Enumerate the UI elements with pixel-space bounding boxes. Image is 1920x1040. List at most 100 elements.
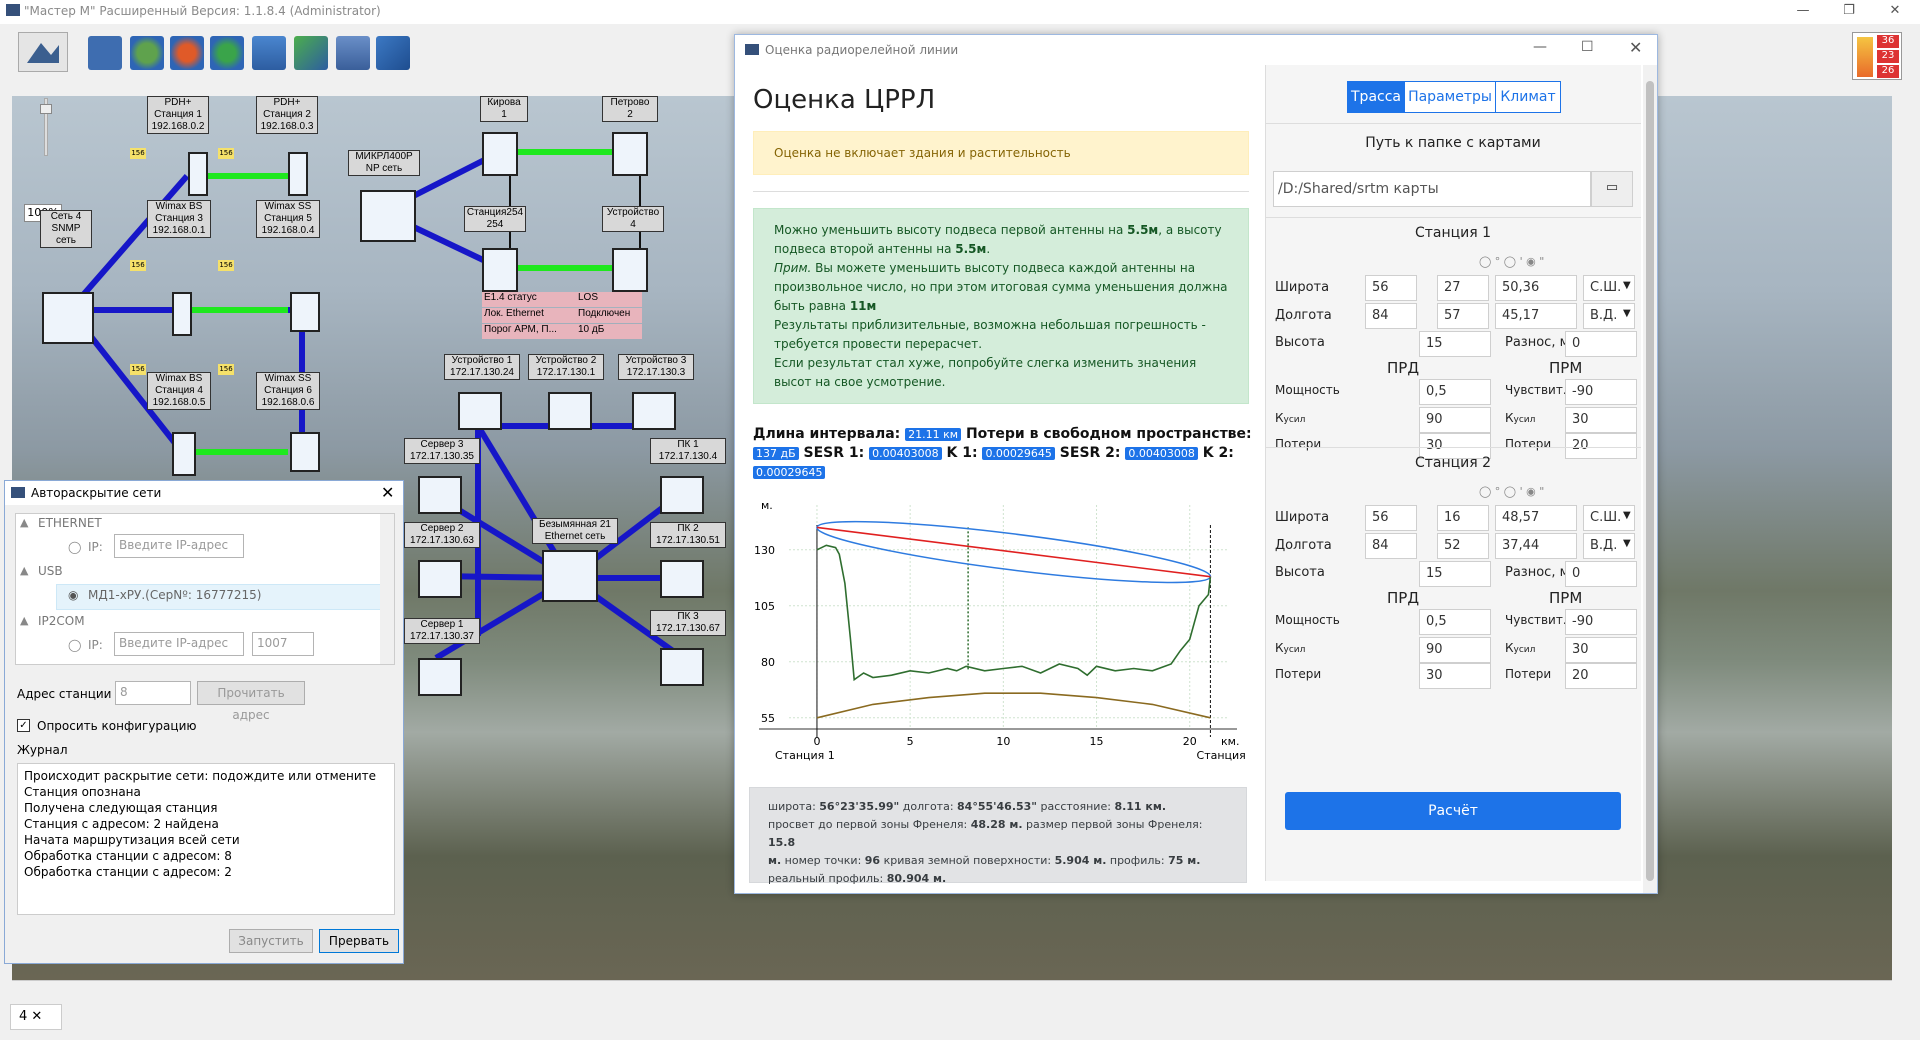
transfer-icon[interactable] [294,36,328,70]
rx-gain-input[interactable]: 30 [1565,637,1637,663]
users-icon[interactable] [252,36,286,70]
globe-refresh-icon[interactable] [210,36,244,70]
sensitivity-input[interactable]: -90 [1565,379,1637,405]
device-icon-st254[interactable] [482,248,518,292]
maps-path-input[interactable]: /D:/Shared/srtm карты [1273,171,1591,207]
vertical-scrollbar[interactable] [1892,96,1908,980]
coordinate-format-radios[interactable]: ◯ ° ◯ ' ◉ " [1479,255,1544,268]
radio-selected-icon[interactable]: ◉ [68,588,78,602]
expand-icon[interactable]: ▲ [20,614,28,627]
tree-scrollbar[interactable] [380,514,394,664]
maximize-icon[interactable]: ☐ [1581,39,1594,55]
spread-input[interactable]: 0 [1565,331,1637,357]
coord-minutes-input[interactable]: 57 [1437,303,1489,329]
device-icon-s2[interactable] [418,560,462,598]
node-label-u1[interactable]: Устройство 1 172.17.130.24 [444,354,520,380]
device-icon-petrovo[interactable] [612,132,648,176]
device-icon-wbs3[interactable] [172,292,192,336]
start-button[interactable]: Запустить [229,929,313,953]
coord-minutes-input[interactable]: 27 [1437,275,1489,301]
node-label-wss6[interactable]: Wimax SS Станция 6 192.168.0.6 [256,372,320,410]
node-label-s2[interactable]: Сервер 2 172.17.130.63 [404,522,480,548]
node-label-s1[interactable]: Сервер 1 172.17.130.37 [404,618,480,644]
power-input[interactable]: 0,5 [1419,609,1491,635]
horizontal-scrollbar[interactable] [12,980,1892,996]
chevron-down-icon[interactable]: ▼ [1623,538,1631,549]
radio-icon[interactable]: ◯ [68,638,81,652]
profile-chart[interactable]: 55801051300 5 10 15 20м.км.Станция 1 Станция … [749,491,1249,781]
chevron-down-icon[interactable]: ▼ [1623,308,1631,319]
node-label-wbs3[interactable]: Wimax BS Станция 3 192.168.0.1 [147,200,211,238]
device-icon-wss6[interactable] [290,432,320,472]
sensitivity-input[interactable]: -90 [1565,609,1637,635]
coordinate-format-radios[interactable]: ◯ ° ◯ ' ◉ " [1479,485,1544,498]
node-label-petrovo[interactable]: Петрово 2 [602,96,658,122]
spread-input[interactable]: 0 [1565,561,1637,587]
crrl-scrollbar[interactable] [1643,65,1657,893]
coord-seconds-input[interactable]: 45,17 [1495,303,1577,329]
device-icon-wbs4[interactable] [172,432,196,476]
device-icon-kirova[interactable] [482,132,518,176]
crrl-scrollbar-thumb[interactable] [1646,81,1654,881]
ip2com-port-input[interactable]: 1007 [252,632,314,656]
device-icon-pdh2[interactable] [288,152,308,196]
close-icon[interactable]: ✕ [1629,38,1642,57]
device-icon-pk3[interactable] [660,648,704,686]
rx-loss-input[interactable]: 20 [1565,663,1637,689]
chevron-down-icon[interactable]: ▼ [1623,510,1631,521]
node-label-snmp[interactable]: Сеть 4 SNMP сеть [40,210,92,248]
coord-degrees-input[interactable]: 84 [1365,303,1417,329]
globe-add-icon[interactable] [130,36,164,70]
device-icon-s1[interactable] [418,658,462,696]
ethernet-ip-input[interactable]: Введите IP-адрес [114,534,244,558]
device-icon-s3[interactable] [418,476,462,514]
tree-group-ethernet[interactable]: ETHERNET [38,516,102,530]
chevron-down-icon[interactable]: ▼ [1623,280,1631,291]
globe-remove-icon[interactable] [170,36,204,70]
close-icon[interactable]: ✕ [1872,0,1918,24]
node-label-pdh1[interactable]: PDH+ Станция 1 192.168.0.2 [147,96,209,134]
node-label-s3[interactable]: Сервер 3 172.17.130.35 [404,438,480,464]
device-icon-pdh1[interactable] [188,152,208,196]
node-label-bez[interactable]: Безымянная 21 Ethernet сеть [532,518,618,544]
height-input[interactable]: 15 [1419,331,1491,357]
calculate-button[interactable]: Расчёт [1285,792,1621,830]
zoom-slider-handle[interactable] [40,104,52,114]
node-label-mikrl[interactable]: МИКРЛ400Р NP сеть [348,150,420,176]
node-label-wss5[interactable]: Wimax SS Станция 5 192.168.0.4 [256,200,320,238]
read-address-button[interactable]: Прочитать адрес [197,681,305,722]
device-icon-wss5[interactable] [290,292,320,332]
device-icon-pk1[interactable] [660,476,704,514]
maximize-icon[interactable]: ❐ [1826,0,1872,24]
tab-climate[interactable]: Климат [1495,81,1561,113]
radio-icon[interactable]: ◯ [68,540,81,554]
device-icon-u3[interactable] [632,392,676,430]
minimize-icon[interactable]: — [1533,39,1547,55]
device-icon-bez[interactable] [542,550,598,602]
folder-icon[interactable]: ▭ [1591,171,1633,207]
coord-seconds-input[interactable]: 37,44 [1495,533,1577,559]
expand-icon[interactable]: ▲ [20,516,28,529]
power-input[interactable]: 0,5 [1419,379,1491,405]
ip2com-ip-input[interactable]: Введите IP-адрес [114,632,244,656]
coord-minutes-input[interactable]: 16 [1437,505,1489,531]
tab-4[interactable]: 4 ✕ [10,1004,62,1030]
save-icon[interactable] [88,36,122,70]
node-label-wbs4[interactable]: Wimax BS Станция 4 192.168.0.5 [147,372,211,410]
tab-trassa[interactable]: Трасса [1347,81,1405,113]
node-label-pk2[interactable]: ПК 2 172.17.130.51 [650,522,726,548]
device-icon-mikrl[interactable] [360,190,416,242]
expand-icon[interactable]: ▲ [20,564,28,577]
node-label-pdh2[interactable]: PDH+ Станция 2 192.168.0.3 [256,96,318,134]
device-icon-u1[interactable] [458,392,502,430]
node-label-pk3[interactable]: ПК 3 172.17.130.67 [650,610,726,636]
node-label-pk1[interactable]: ПК 1 172.17.130.4 [650,438,726,464]
rx-gain-input[interactable]: 30 [1565,407,1637,433]
coord-seconds-input[interactable]: 48,57 [1495,505,1577,531]
node-label-u3[interactable]: Устройство 3 172.17.130.3 [618,354,694,380]
node-label-ustr[interactable]: Устройство 4 [602,206,664,232]
coord-seconds-input[interactable]: 50,36 [1495,275,1577,301]
node-label-u2[interactable]: Устройство 2 172.17.130.1 [528,354,604,380]
alarm-panel[interactable]: 36 23 26 [1852,32,1902,80]
tx-loss-input[interactable]: 30 [1419,663,1491,689]
